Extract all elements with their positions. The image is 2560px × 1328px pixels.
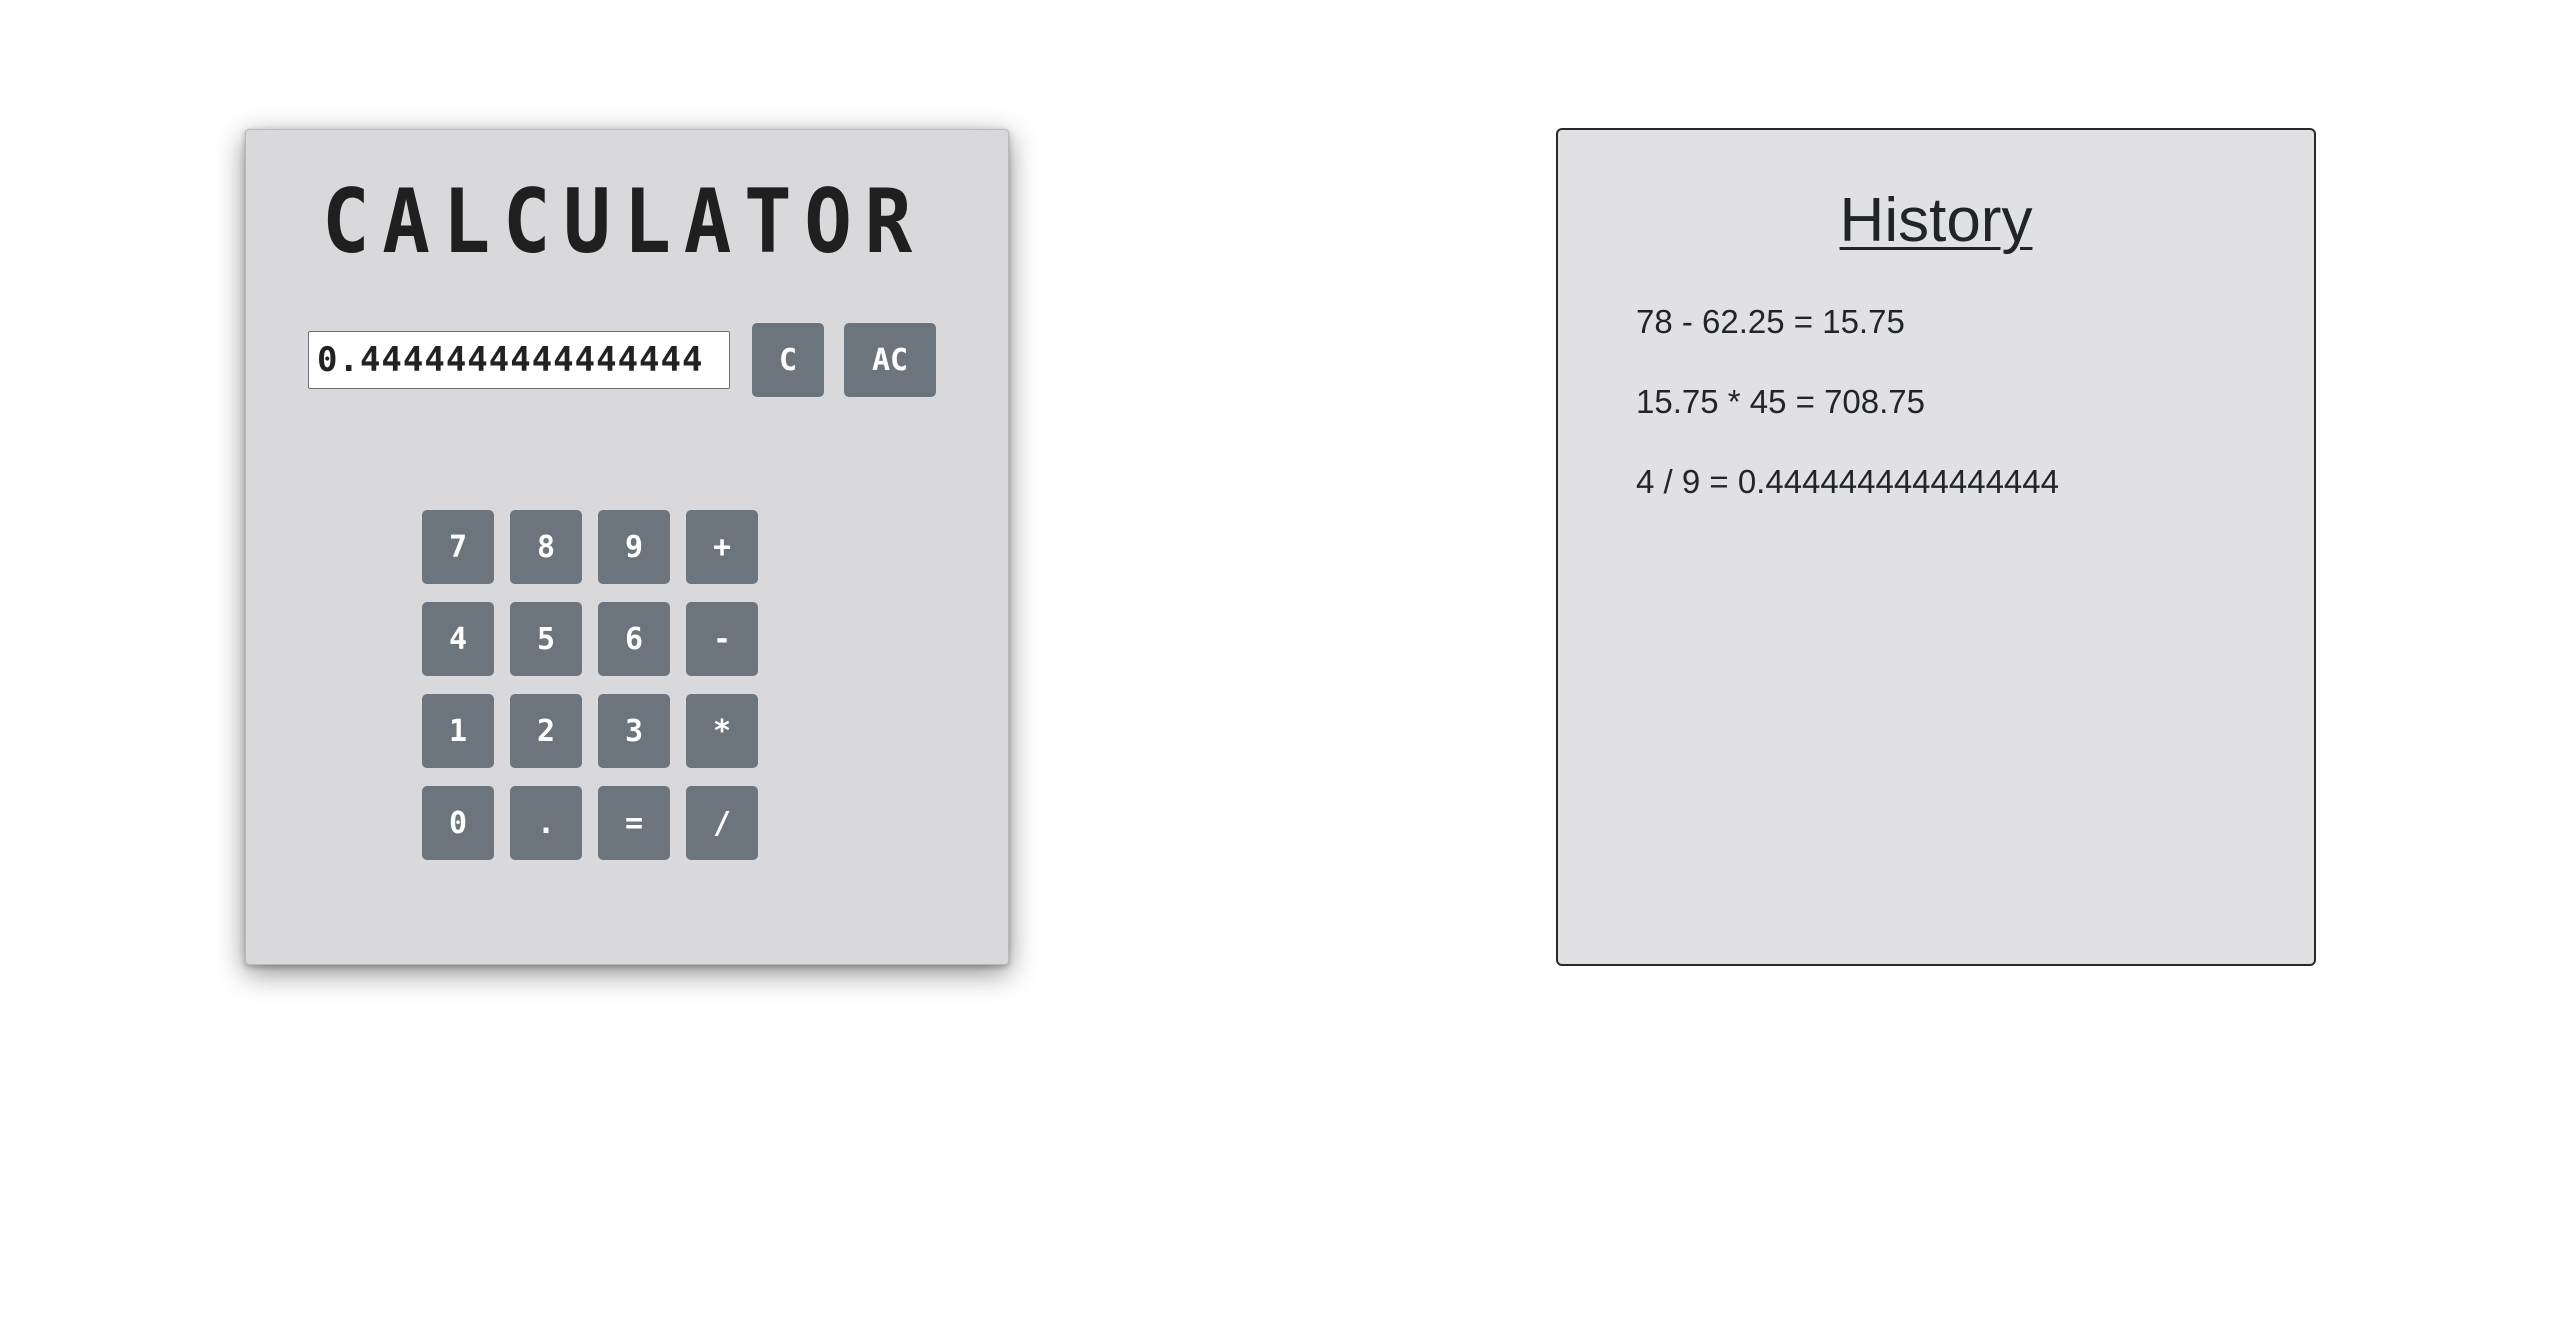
- history-panel: History 78 - 62.25 = 15.75 15.75 * 45 = …: [1556, 128, 2316, 966]
- calculator-title: CALCULATOR: [322, 170, 925, 273]
- divide-button[interactable]: /: [686, 786, 758, 860]
- history-entry: 15.75 * 45 = 708.75: [1636, 383, 1926, 420]
- page: CALCULATOR C AC 7 8 9 + 4 5 6 - 1 2 3 * …: [0, 0, 2560, 1328]
- key-3-button[interactable]: 3: [598, 694, 670, 768]
- key-9-button[interactable]: 9: [598, 510, 670, 584]
- key-0-button[interactable]: 0: [422, 786, 494, 860]
- keypad: 7 8 9 + 4 5 6 - 1 2 3 * 0 . = /: [422, 510, 760, 860]
- key-5-button[interactable]: 5: [510, 602, 582, 676]
- key-2-button[interactable]: 2: [510, 694, 582, 768]
- history-title: History: [1839, 186, 2033, 255]
- add-button[interactable]: +: [686, 510, 758, 584]
- key-7-button[interactable]: 7: [422, 510, 494, 584]
- key-1-button[interactable]: 1: [422, 694, 494, 768]
- multiply-button[interactable]: *: [686, 694, 758, 768]
- key-8-button[interactable]: 8: [510, 510, 582, 584]
- history-list: 78 - 62.25 = 15.75 15.75 * 45 = 708.75 4…: [1636, 302, 2059, 542]
- key-4-button[interactable]: 4: [422, 602, 494, 676]
- equals-button[interactable]: =: [598, 786, 670, 860]
- subtract-button[interactable]: -: [686, 602, 758, 676]
- calculator-display[interactable]: [308, 331, 730, 389]
- key-6-button[interactable]: 6: [598, 602, 670, 676]
- all-clear-button[interactable]: AC: [844, 323, 936, 397]
- history-entry: 4 / 9 = 0.4444444444444444: [1636, 463, 2059, 500]
- calculator-panel: CALCULATOR C AC 7 8 9 + 4 5 6 - 1 2 3 * …: [245, 129, 1009, 965]
- history-entry: 78 - 62.25 = 15.75: [1636, 303, 1905, 340]
- clear-button[interactable]: C: [752, 323, 824, 397]
- decimal-button[interactable]: .: [510, 786, 582, 860]
